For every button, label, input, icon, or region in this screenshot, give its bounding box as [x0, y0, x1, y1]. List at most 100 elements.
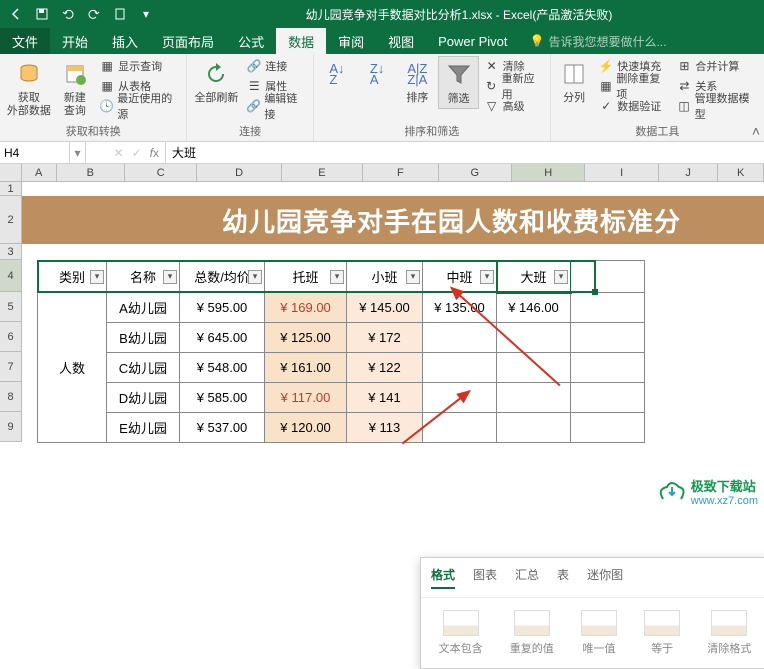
table-cell[interactable]: ¥ 537.00	[180, 413, 265, 443]
undo-icon[interactable]	[56, 2, 80, 26]
consolidate-button[interactable]: ⊞合并计算	[673, 56, 760, 76]
save-icon[interactable]	[30, 2, 54, 26]
tab-formulas[interactable]: 公式	[226, 28, 276, 54]
popup-tab[interactable]: 迷你图	[587, 566, 623, 589]
back-icon[interactable]	[4, 2, 28, 26]
table-cell[interactable]	[571, 323, 645, 353]
table-cell[interactable]: B幼儿园	[107, 323, 180, 353]
popup-tool[interactable]: 重复的值	[510, 610, 554, 656]
column-header-I[interactable]: I	[585, 164, 658, 181]
recent-sources-button[interactable]: 🕓最近使用的源	[96, 96, 182, 116]
column-header-J[interactable]: J	[659, 164, 719, 181]
tab-data[interactable]: 数据	[276, 28, 326, 54]
popup-tool[interactable]: 清除格式	[707, 610, 751, 656]
table-cell[interactable]: E幼儿园	[107, 413, 180, 443]
row-header-3[interactable]: 3	[0, 244, 22, 260]
table-cell[interactable]	[497, 413, 571, 443]
table-cell[interactable]: ¥ 161.00	[265, 353, 347, 383]
table-cell[interactable]: ¥ 120.00	[265, 413, 347, 443]
reapply-button[interactable]: ↻重新应用	[481, 76, 546, 96]
table-cell[interactable]	[571, 353, 645, 383]
table-header[interactable]: 小班▾	[347, 261, 423, 293]
popup-tab[interactable]: 图表	[473, 566, 497, 589]
row-header-9[interactable]: 9	[0, 412, 22, 442]
get-external-data-button[interactable]: 获取 外部数据	[4, 56, 54, 120]
enter-formula-icon[interactable]: ✓	[132, 146, 142, 160]
cancel-formula-icon[interactable]: ✕	[114, 146, 124, 160]
table-cell[interactable]	[423, 413, 497, 443]
table-cell[interactable]: ¥ 595.00	[180, 293, 265, 323]
table-cell[interactable]	[497, 323, 571, 353]
table-header[interactable]: 大班▾	[497, 261, 571, 293]
name-box-dropdown-icon[interactable]: ▾	[70, 142, 86, 163]
sort-button[interactable]: A|ZZ|A 排序	[398, 56, 436, 107]
filter-dropdown-icon[interactable]: ▾	[406, 270, 420, 284]
tab-view[interactable]: 视图	[376, 28, 426, 54]
column-header-B[interactable]: B	[57, 164, 125, 181]
table-cell[interactable]	[497, 383, 571, 413]
table-cell[interactable]	[571, 413, 645, 443]
name-box[interactable]: H4	[0, 142, 70, 163]
fx-icon[interactable]: fx	[150, 146, 159, 160]
table-cell[interactable]: C幼儿园	[107, 353, 180, 383]
tab-file[interactable]: 文件	[0, 28, 50, 54]
table-header[interactable]: 总数/均价▾	[180, 261, 265, 293]
filter-button[interactable]: 筛选	[438, 56, 478, 109]
table-cell[interactable]	[497, 353, 571, 383]
table-cell[interactable]: ¥ 145.00	[347, 293, 423, 323]
row-header-5[interactable]: 5	[0, 292, 22, 322]
tab-review[interactable]: 审阅	[326, 28, 376, 54]
popup-tool[interactable]: 唯一值	[581, 610, 617, 656]
table-cell[interactable]: ¥ 122	[347, 353, 423, 383]
popup-tab[interactable]: 表	[557, 566, 569, 589]
table-cell[interactable]	[423, 383, 497, 413]
table-cell[interactable]: ¥ 135.00	[423, 293, 497, 323]
column-header-D[interactable]: D	[197, 164, 281, 181]
table-cell[interactable]	[423, 323, 497, 353]
column-header-A[interactable]: A	[22, 164, 57, 181]
popup-tool[interactable]: 等于	[644, 610, 680, 656]
edit-links-button[interactable]: 🔗编辑链接	[243, 96, 309, 116]
table-header[interactable]: 类别▾	[38, 261, 107, 293]
table-cell[interactable]	[571, 383, 645, 413]
sort-asc-button[interactable]: A↓Z	[318, 56, 356, 92]
row-header-7[interactable]: 7	[0, 352, 22, 382]
table-cell[interactable]: ¥ 117.00	[265, 383, 347, 413]
tell-me-search[interactable]: 💡 告诉我您想要做什么...	[520, 33, 667, 50]
column-header-F[interactable]: F	[363, 164, 438, 181]
table-cell[interactable]: D幼儿园	[107, 383, 180, 413]
tab-powerpivot[interactable]: Power Pivot	[426, 28, 519, 54]
filter-dropdown-icon[interactable]: ▾	[248, 270, 262, 284]
table-header[interactable]: 中班▾	[423, 261, 497, 293]
tab-insert[interactable]: 插入	[100, 28, 150, 54]
redo-icon[interactable]	[82, 2, 106, 26]
column-header-H[interactable]: H	[512, 164, 585, 181]
column-header-C[interactable]: C	[125, 164, 197, 181]
sort-desc-button[interactable]: Z↓A	[358, 56, 396, 92]
table-header[interactable]: 托班▾	[265, 261, 347, 293]
page-icon[interactable]	[108, 2, 132, 26]
table-cell[interactable]: ¥ 548.00	[180, 353, 265, 383]
table-cell[interactable]: ¥ 146.00	[497, 293, 571, 323]
table-header[interactable]: 名称▾	[107, 261, 180, 293]
manage-data-model-button[interactable]: ◫管理数据模型	[673, 96, 760, 116]
table-cell[interactable]: ¥ 585.00	[180, 383, 265, 413]
table-cell[interactable]: ¥ 172	[347, 323, 423, 353]
connections-button[interactable]: 🔗连接	[243, 56, 309, 76]
row-header-2[interactable]: 2	[0, 196, 22, 244]
row-header-8[interactable]: 8	[0, 382, 22, 412]
column-header-G[interactable]: G	[439, 164, 512, 181]
refresh-all-button[interactable]: 全部刷新	[191, 56, 241, 107]
filter-dropdown-icon[interactable]: ▾	[90, 270, 104, 284]
qat-dropdown-icon[interactable]: ▾	[134, 2, 158, 26]
advanced-filter-button[interactable]: ▽高级	[481, 96, 546, 116]
row-header-4[interactable]: 4	[0, 260, 22, 292]
tab-layout[interactable]: 页面布局	[150, 28, 226, 54]
cells-area[interactable]: 幼儿园竞争对手在园人数和收费标准分 类别▾名称▾总数/均价▾托班▾小班▾中班▾大…	[22, 182, 764, 442]
text-to-columns-button[interactable]: 分列	[555, 56, 593, 107]
table-cell[interactable]: ¥ 125.00	[265, 323, 347, 353]
table-cell[interactable]: ¥ 645.00	[180, 323, 265, 353]
table-cell[interactable]: ¥ 141	[347, 383, 423, 413]
filter-dropdown-icon[interactable]: ▾	[480, 270, 494, 284]
remove-duplicates-button[interactable]: ▦删除重复项	[595, 76, 671, 96]
